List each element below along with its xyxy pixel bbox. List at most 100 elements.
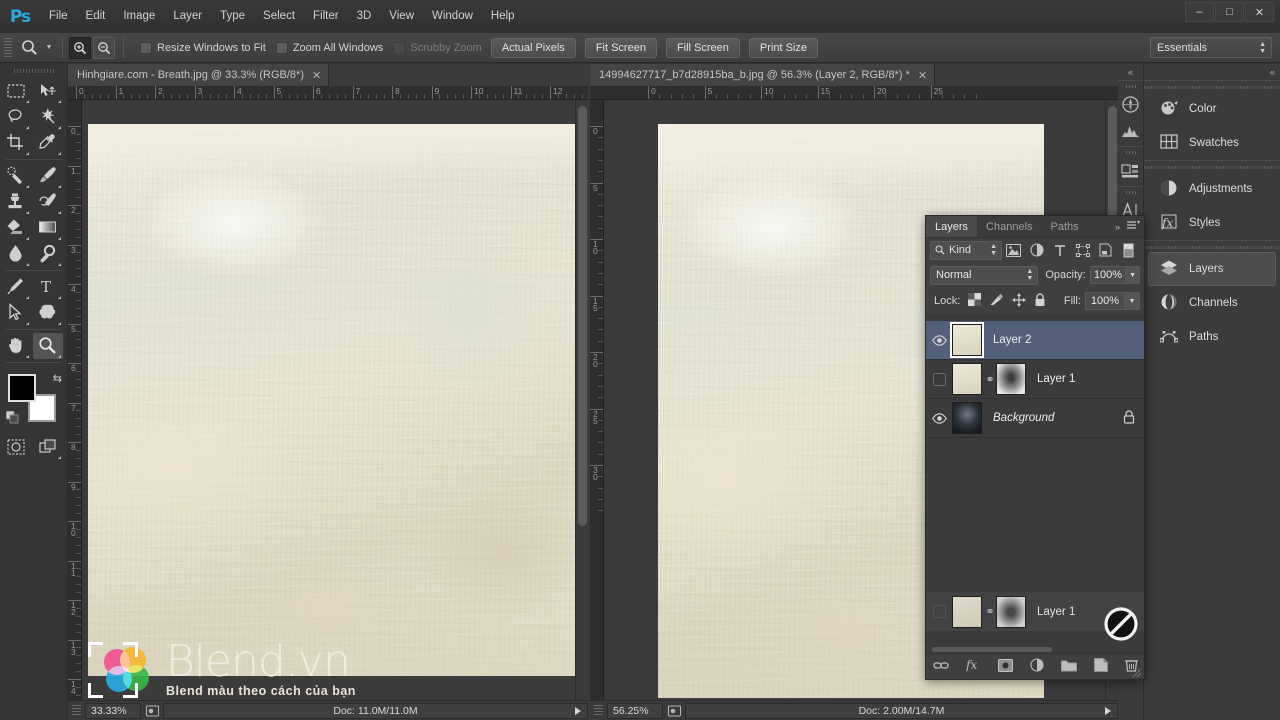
tools-panel-gripper[interactable] <box>12 66 55 76</box>
dodge-tool[interactable] <box>33 241 63 267</box>
status-gripper[interactable] <box>594 705 603 716</box>
new-adjustment-layer-icon[interactable] <box>1029 658 1044 675</box>
tool-preset-chevron-down-icon[interactable]: ▼ <box>42 37 56 59</box>
blend-mode-stepper-icon[interactable]: ▲ ▼ <box>1026 268 1033 282</box>
zoom-tool-preset-icon[interactable] <box>16 37 42 59</box>
dock-group-gripper[interactable] <box>1144 83 1280 91</box>
status-preview-icon-2[interactable] <box>663 703 685 719</box>
workspace-selector[interactable]: Essentials ▲ ▼ <box>1150 37 1272 58</box>
panel-resize-handle[interactable] <box>1132 668 1142 678</box>
zoom-out-button[interactable] <box>93 36 115 59</box>
panel-group-gripper[interactable] <box>1125 149 1136 156</box>
dock-item-styles[interactable]: fx Styles <box>1148 206 1276 240</box>
lock-all-icon[interactable] <box>1034 292 1046 310</box>
add-layer-mask-icon[interactable] <box>997 658 1013 675</box>
shape-filter-icon[interactable] <box>1071 240 1094 261</box>
close-tab-icon[interactable]: ✕ <box>312 69 321 82</box>
pen-tool[interactable] <box>1 274 31 300</box>
status-menu-arrow-icon[interactable] <box>575 706 581 715</box>
tab-paths[interactable]: Paths <box>1041 216 1088 237</box>
document-tab-1[interactable]: Hinhgiare.com - Breath.jpg @ 33.3% (RGB/… <box>68 64 330 86</box>
fill-screen-button[interactable]: Fill Screen <box>665 37 740 58</box>
layer-row[interactable]: Layer 2 <box>926 321 1144 360</box>
zoom-tool[interactable] <box>33 333 63 359</box>
horizontal-type-tool[interactable]: T <box>33 274 63 300</box>
zoom-in-button[interactable] <box>69 36 91 59</box>
canvas-image-1[interactable] <box>88 124 578 676</box>
adjustment-filter-icon[interactable] <box>1025 240 1048 261</box>
link-layers-icon[interactable] <box>932 659 949 674</box>
kind-stepper-icon[interactable]: ▲ ▼ <box>990 243 997 257</box>
layer-mask-link-icon[interactable]: ⚭ <box>984 373 996 386</box>
zoom-level-field-1[interactable]: 33.33% <box>85 702 141 719</box>
hand-tool[interactable] <box>1 333 31 359</box>
quick-mask-mode-button[interactable] <box>1 434 31 460</box>
layer-thumbnail[interactable] <box>952 402 982 434</box>
crop-tool[interactable] <box>1 130 31 156</box>
histogram-icon[interactable] <box>1118 117 1143 143</box>
default-colors-icon[interactable] <box>5 410 19 424</box>
layer-thumbnail[interactable] <box>950 322 984 358</box>
layer-kind-filter[interactable]: Kind ▲ ▼ <box>930 240 1002 260</box>
layer-name[interactable]: Layer 2 <box>993 334 1031 346</box>
lock-transparent-pixels-icon[interactable] <box>968 293 982 309</box>
document-tab-2[interactable]: 14994627717_b7d28915ba_b.jpg @ 56.3% (La… <box>590 64 936 86</box>
move-tool[interactable] <box>33 78 63 104</box>
panel-group-gripper[interactable] <box>1125 83 1136 90</box>
zoom-level-field-2[interactable]: 56.25% <box>607 702 663 719</box>
dock-group-gripper[interactable] <box>1144 243 1280 251</box>
menu-item-file[interactable]: File <box>40 0 77 33</box>
minimize-button[interactable]: – <box>1185 2 1214 22</box>
navigator-icon[interactable] <box>1118 91 1143 117</box>
blend-mode-selector[interactable]: Normal ▲ ▼ <box>930 265 1039 285</box>
custom-shape-tool[interactable] <box>33 300 63 326</box>
history-brush-tool[interactable] <box>33 189 63 215</box>
dock-item-swatches[interactable]: Swatches <box>1148 126 1276 160</box>
status-gripper[interactable] <box>72 705 81 716</box>
scrollbar-thumb[interactable] <box>578 106 587 526</box>
brush-tool[interactable] <box>33 163 63 189</box>
clone-stamp-tool[interactable] <box>1 189 31 215</box>
lock-position-icon[interactable] <box>1012 292 1027 310</box>
foreground-color-swatch[interactable] <box>8 374 36 402</box>
spot-healing-brush-tool[interactable] <box>1 163 31 189</box>
layer-visibility-toggle[interactable] <box>926 399 952 438</box>
layer-style-fx-icon[interactable]: fx <box>965 658 981 675</box>
actual-pixels-button[interactable]: Actual Pixels <box>490 37 576 58</box>
fit-screen-button[interactable]: Fit Screen <box>584 37 657 58</box>
lock-image-pixels-icon[interactable] <box>989 293 1004 309</box>
document-size-field-2[interactable]: Doc: 2.00M/14.7M <box>685 702 1118 719</box>
options-bar-gripper[interactable] <box>4 37 12 58</box>
layer-mask-thumbnail[interactable] <box>996 363 1026 395</box>
dock-item-channels[interactable]: Channels <box>1148 286 1276 320</box>
layer-row[interactable]: Background <box>926 399 1144 438</box>
tab-channels[interactable]: Channels <box>977 216 1042 237</box>
checkbox-box[interactable] <box>140 41 152 54</box>
dock-item-paths[interactable]: Paths <box>1148 320 1276 354</box>
document-size-field-1[interactable]: Doc: 11.0M/11.0M <box>163 702 588 719</box>
magic-wand-tool[interactable] <box>33 104 63 130</box>
pixel-filter-icon[interactable] <box>1002 240 1025 261</box>
layer-thumbnail[interactable] <box>952 363 982 395</box>
eraser-tool[interactable] <box>1 215 31 241</box>
menu-item-window[interactable]: Window <box>423 0 482 33</box>
opacity-value-field[interactable]: 100% <box>1089 266 1127 284</box>
filter-toggle-icon[interactable] <box>1117 240 1140 261</box>
layer-name[interactable]: Background <box>993 412 1054 424</box>
close-button[interactable]: ✕ <box>1245 2 1274 22</box>
menu-item-3d[interactable]: 3D <box>348 0 381 33</box>
maximize-button[interactable]: □ <box>1215 2 1244 22</box>
path-selection-tool[interactable] <box>1 300 31 326</box>
expand-panel-icon[interactable]: » <box>1115 222 1120 232</box>
dock-item-color[interactable]: Color <box>1148 92 1276 126</box>
panel-menu-icon[interactable] <box>1127 220 1140 233</box>
zoom-all-windows-checkbox[interactable]: Zoom All Windows <box>275 41 383 54</box>
layer-visibility-toggle[interactable] <box>926 321 952 360</box>
resize-windows-to-fit-checkbox[interactable]: Resize Windows to Fit <box>140 41 266 54</box>
menu-item-type[interactable]: Type <box>211 0 254 33</box>
smart-object-filter-icon[interactable] <box>1094 240 1117 261</box>
dock-item-adjustments[interactable]: Adjustments <box>1148 172 1276 206</box>
properties-icon[interactable] <box>1118 157 1143 183</box>
opacity-chevron-down-icon[interactable]: ▼ <box>1126 266 1140 284</box>
checkbox-box[interactable] <box>275 41 288 54</box>
